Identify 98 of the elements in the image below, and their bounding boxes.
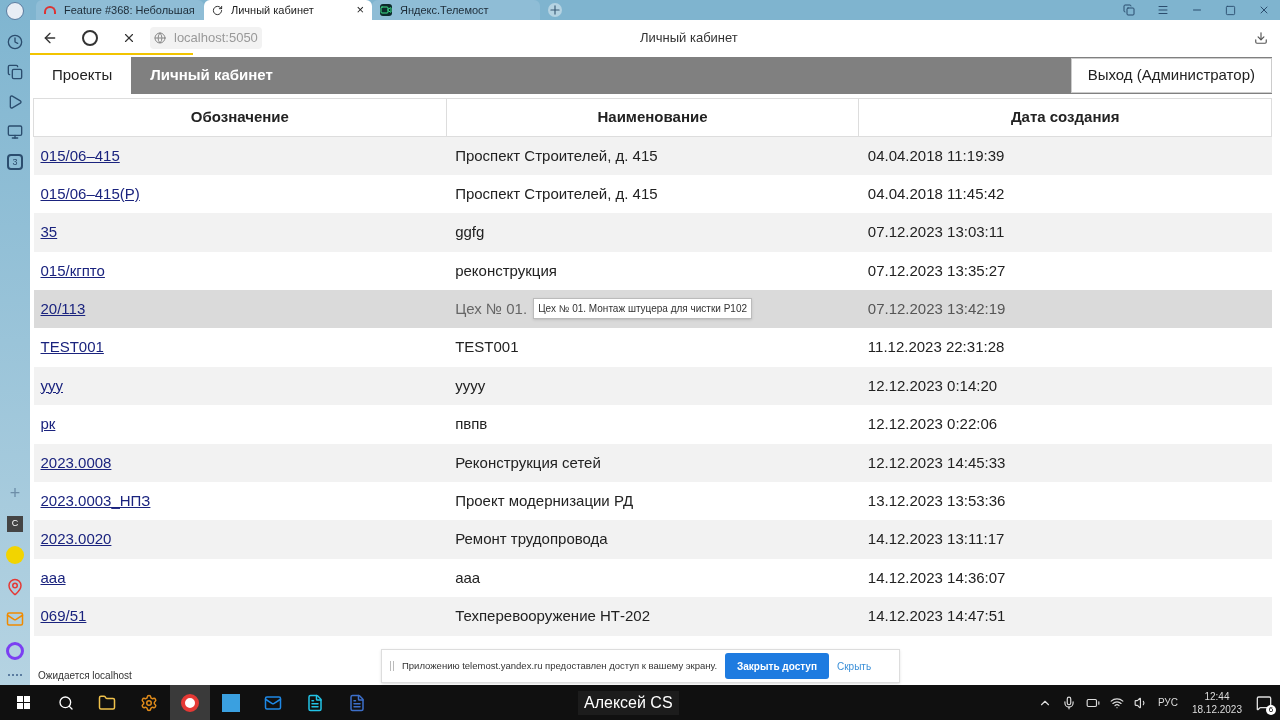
search-icon[interactable] xyxy=(58,694,74,711)
app-button[interactable]: C xyxy=(7,516,23,532)
collections-icon[interactable] xyxy=(7,64,23,80)
folder-icon[interactable] xyxy=(98,693,116,712)
project-link[interactable]: ууу xyxy=(40,376,63,394)
table-row[interactable]: 015/06–415(Р) Проспект Строителей, д. 415 04.04.2018 11:45:42 xyxy=(33,174,1272,214)
map-pin-icon[interactable] xyxy=(6,578,24,596)
close-tab-button[interactable]: × xyxy=(356,0,364,20)
user-name: Алексей CS xyxy=(578,690,679,715)
table-row[interactable]: 2023.0020 Ремонт трудопровода 14.12.2023 13:11:17 xyxy=(33,520,1272,559)
table-cell: 14.12.2023 13:11:17 xyxy=(858,520,1272,559)
table-cell: ааа xyxy=(455,568,481,586)
table-row[interactable]: 069/51 Техперевооружение НТ-202 14.12.2023 14:47:51 xyxy=(33,597,1272,636)
table-cell: 04.04.2018 11:45:42 xyxy=(858,174,1272,214)
table-cell: TEST001 xyxy=(455,338,519,356)
clock[interactable]: 12:44 18.12.2023 xyxy=(1187,689,1246,716)
table-row[interactable]: ааа ааа 14.12.2023 14:36:07 xyxy=(33,558,1272,598)
table-cell: 04.04.2018 11:19:39 xyxy=(858,136,1272,175)
language-indicator[interactable]: РУС xyxy=(1157,695,1178,710)
close-icon[interactable] xyxy=(1258,4,1270,16)
tooltip: Цех № 01. Монтаж штуцера для чистки Р102 xyxy=(533,298,752,319)
project-link[interactable]: 015/06–415 xyxy=(40,146,120,164)
history-icon[interactable] xyxy=(7,34,23,50)
table-cell: 12.12.2023 0:14:20 xyxy=(858,366,1272,406)
browser-tab[interactable]: Личный кабинет × xyxy=(204,0,372,20)
project-link[interactable]: 2023.0003_НПЗ xyxy=(40,491,151,509)
project-link[interactable]: рк xyxy=(40,415,56,433)
note-app-icon[interactable] xyxy=(306,693,324,712)
project-link[interactable]: 069/51 xyxy=(40,607,87,625)
counter-badge[interactable]: 3 xyxy=(7,154,23,170)
table-row[interactable]: рк пвпв 12.12.2023 0:22:06 xyxy=(33,405,1272,444)
logout-button[interactable]: Выход (Администратор) xyxy=(1070,58,1272,93)
notification-count: 6 xyxy=(1266,704,1276,715)
video-icon xyxy=(380,4,392,16)
nav-tab[interactable]: Личный кабинет xyxy=(131,57,292,94)
nav-tab[interactable]: Проекты xyxy=(33,57,132,94)
play-icon[interactable] xyxy=(7,94,23,110)
drag-handle-icon xyxy=(390,661,394,671)
column-header[interactable]: Дата создания xyxy=(858,98,1272,137)
table-cell: 07.12.2023 13:35:27 xyxy=(858,251,1272,291)
maximize-icon[interactable] xyxy=(1225,4,1236,16)
outlook-icon[interactable] xyxy=(264,693,282,712)
table-cell: 13.12.2023 13:53:36 xyxy=(858,482,1272,521)
browser-tab[interactable]: Feature #368: Небольшая xyxy=(36,0,204,20)
notifications-icon[interactable] xyxy=(1256,694,1272,711)
menu-icon[interactable] xyxy=(1157,4,1169,16)
project-link[interactable]: 015/кгпто xyxy=(40,261,105,279)
column-header[interactable]: Наименование xyxy=(446,98,859,137)
table-cell: ggfg xyxy=(455,223,485,241)
globe-icon xyxy=(154,31,166,44)
project-link[interactable]: 2023.0008 xyxy=(40,453,112,471)
table-cell: Проспект Строителей, д. 415 xyxy=(455,146,658,164)
close-access-button[interactable]: Закрыть доступ xyxy=(725,653,829,679)
browser-app-icon[interactable] xyxy=(170,685,210,720)
more-icon[interactable] xyxy=(8,674,22,677)
project-link[interactable]: 20/113 xyxy=(40,300,86,317)
table-cell: пвпв xyxy=(455,415,488,433)
project-link[interactable]: TEST001 xyxy=(40,338,104,356)
table-row[interactable]: 2023.0008 Реконструкция сетей 12.12.2023 14:45:33 xyxy=(33,443,1272,482)
table-cell: 07.12.2023 13:42:19 xyxy=(858,290,1272,329)
hide-link[interactable]: Скрыть xyxy=(836,658,872,674)
table-cell: 14.12.2023 14:36:07 xyxy=(858,558,1272,598)
table-cell: 12.12.2023 0:22:06 xyxy=(858,405,1272,444)
browser-tab[interactable]: Яндекс.Телемост xyxy=(372,0,540,20)
table-cell: Цех № 01. xyxy=(455,300,528,317)
word-icon[interactable] xyxy=(348,693,366,712)
table-row[interactable]: TEST001 TEST001 11.12.2023 22:31:28 xyxy=(33,328,1272,367)
table-cell: уууу xyxy=(455,376,486,394)
wifi-icon[interactable] xyxy=(1109,695,1124,710)
table-cell: Ремонт трудопровода xyxy=(455,530,608,548)
project-link[interactable]: 35 xyxy=(40,223,58,241)
page-title: Личный кабинет xyxy=(640,28,738,47)
gear-icon[interactable] xyxy=(140,693,158,712)
table-cell: 14.12.2023 14:47:51 xyxy=(858,597,1272,636)
table-cell: Реконструкция сетей xyxy=(455,453,601,471)
table-cell: 12.12.2023 14:45:33 xyxy=(858,443,1272,482)
table-cell: реконструкция xyxy=(455,261,557,279)
tabs-icon[interactable] xyxy=(1123,4,1135,16)
notification-text: Приложению telemost.yandex.ru предоставлен доступ к вашему экрану. xyxy=(402,658,718,673)
table-row[interactable]: 015/кгпто реконструкция 07.12.2023 13:35:27 xyxy=(33,251,1272,291)
table-cell: Техперевооружение НТ-202 xyxy=(455,607,651,625)
table-cell: 07.12.2023 13:03:11 xyxy=(858,213,1272,252)
table-row[interactable]: 2023.0003_НПЗ Проект модернизации РД 13.12.2023 13:53:36 xyxy=(33,482,1272,521)
profile-icon[interactable] xyxy=(6,2,24,20)
column-header[interactable]: Обозначение xyxy=(33,98,447,137)
project-link[interactable]: 015/06–415(Р) xyxy=(40,184,140,202)
microphone-icon[interactable] xyxy=(1061,695,1076,710)
screen-icon[interactable] xyxy=(7,124,23,140)
table-cell: 11.12.2023 22:31:28 xyxy=(858,328,1272,367)
site-icon xyxy=(44,6,56,14)
table-cell: Проект модернизации РД xyxy=(455,491,634,509)
table-cell: Проспект Строителей, д. 415 xyxy=(455,184,658,202)
download-icon[interactable] xyxy=(1254,30,1268,45)
project-link[interactable]: 2023.0020 xyxy=(40,530,112,548)
table-row[interactable]: ууу уууу 12.12.2023 0:14:20 xyxy=(33,366,1272,406)
project-link[interactable]: ааа xyxy=(40,568,66,586)
loading-icon xyxy=(212,4,223,16)
status-text: Ожидается localhost xyxy=(38,669,132,683)
